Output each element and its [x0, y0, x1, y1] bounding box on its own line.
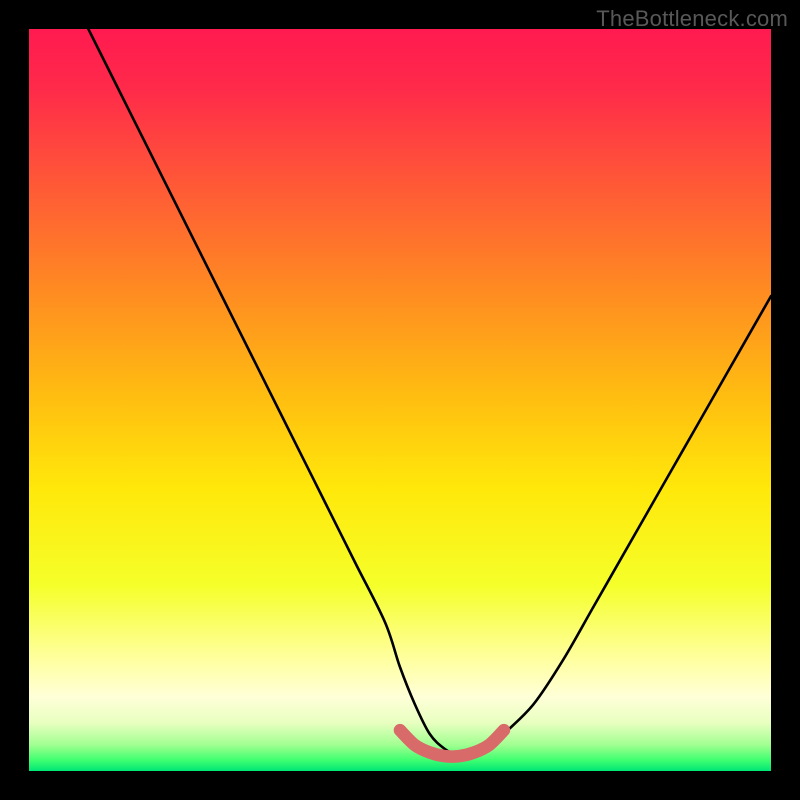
bottleneck-curve [29, 29, 771, 771]
watermark-text: TheBottleneck.com [596, 6, 788, 32]
chart-frame: TheBottleneck.com [0, 0, 800, 800]
plot-area [29, 29, 771, 771]
